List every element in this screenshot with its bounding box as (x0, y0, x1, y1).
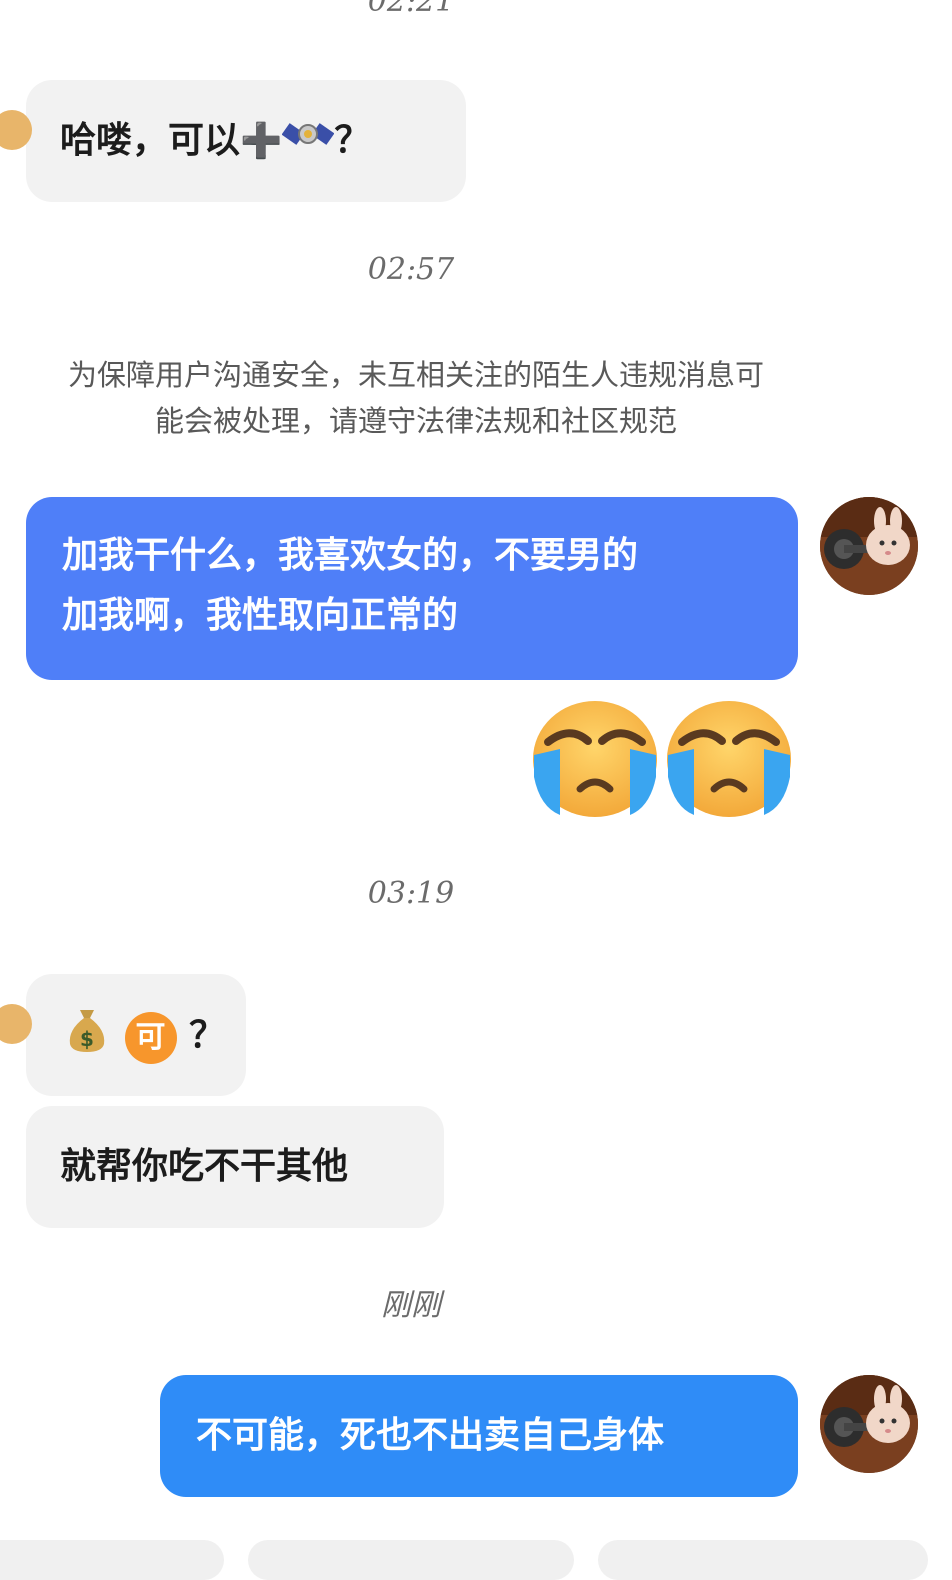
loudly-crying-face-icon (533, 701, 657, 817)
question-mark: ？ (334, 119, 371, 161)
message-text: 不可能，死也不出卖自己身体 (196, 1414, 665, 1456)
outgoing-message-bubble[interactable]: 加我干什么，我喜欢女的，不要男的 加我啊，我性取向正常的 (26, 497, 798, 680)
orange-ke-badge-icon: 可 (124, 1012, 177, 1064)
timestamp: 刚刚 (381, 1288, 441, 1323)
quick-reply-chip[interactable] (0, 1540, 224, 1580)
safety-notice: 为保障用户沟通安全，未互相关注的陌生人违规消息可 能会被处理，请遵守法律法规和社… (10, 352, 822, 444)
dumbbell-bunny-avatar (820, 1375, 918, 1473)
quick-reply-chip[interactable] (248, 1540, 574, 1580)
dumbbell-bunny-avatar (820, 497, 918, 595)
message-text-line: 加我啊，我性取向正常的 (62, 594, 459, 636)
loudly-crying-face-icon (667, 701, 791, 817)
safety-notice-line: 能会被处理，请遵守法律法规和社区规范 (154, 404, 677, 438)
satellite-icon (281, 111, 335, 175)
outgoing-message-bubble[interactable]: 不可能，死也不出卖自己身体 (160, 1375, 798, 1497)
message-text-line: 加我干什么，我喜欢女的，不要男的 (62, 534, 639, 576)
message-text: 哈喽，可以 (60, 119, 241, 161)
quick-reply-chip[interactable] (598, 1540, 928, 1580)
contact-avatar[interactable] (0, 110, 32, 150)
timestamp: 03:19 (367, 876, 455, 911)
question-mark: ？ (189, 1014, 226, 1056)
my-avatar[interactable] (820, 1375, 918, 1473)
money-bag-icon: $ (66, 1004, 108, 1072)
timestamp: 02:57 (367, 252, 455, 287)
message-text: 就帮你吃不干其他 (60, 1145, 349, 1187)
incoming-message-bubble[interactable]: 哈喽，可以➕ ？ (0, 80, 466, 202)
svg-text:$: $ (80, 1027, 94, 1051)
contact-avatar[interactable] (0, 1004, 32, 1044)
safety-notice-line: 为保障用户沟通安全，未互相关注的陌生人违规消息可 (67, 358, 764, 392)
incoming-message-bubble[interactable]: 就帮你吃不干其他 (26, 1106, 444, 1228)
timestamp: 02:21 (367, 0, 455, 19)
incoming-message-bubble[interactable]: $ 可 ？ (0, 974, 246, 1096)
my-avatar[interactable] (820, 497, 918, 595)
plus-glyph: ➕ (240, 121, 283, 161)
